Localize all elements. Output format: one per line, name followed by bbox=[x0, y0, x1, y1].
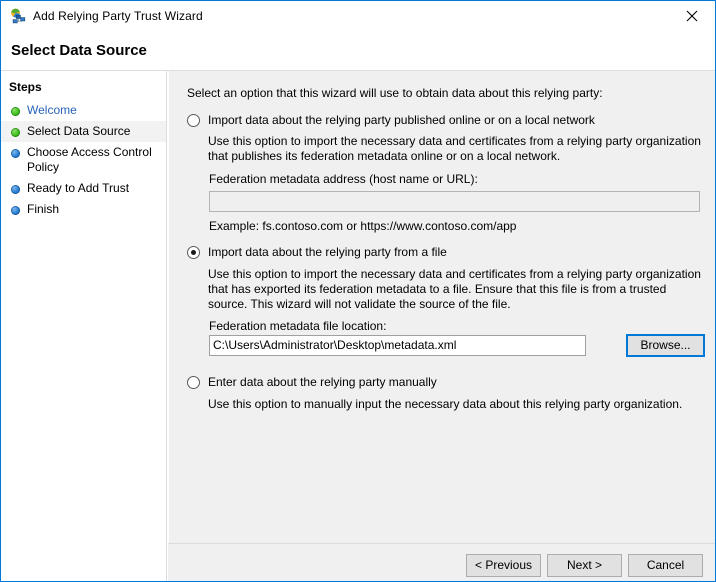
sidebar-step-choose-access-control-policy[interactable]: Choose Access Control Policy bbox=[1, 142, 166, 178]
option-file-description: Use this option to import the necessary … bbox=[208, 267, 704, 312]
sidebar-step-welcome[interactable]: Welcome bbox=[1, 100, 166, 121]
sidebar-step-ready-to-add-trust[interactable]: Ready to Add Trust bbox=[1, 178, 166, 199]
federation-metadata-file-input[interactable]: C:\Users\Administrator\Desktop\metadata.… bbox=[209, 335, 586, 356]
wizard-window: Add Relying Party Trust Wizard Select Da… bbox=[0, 0, 716, 582]
sidebar-step-finish[interactable]: Finish bbox=[1, 199, 166, 220]
step-label: Choose Access Control Policy bbox=[27, 145, 159, 175]
next-button[interactable]: Next > bbox=[547, 554, 622, 577]
footer-bar: < Previous Next > Cancel bbox=[168, 544, 715, 581]
steps-sidebar: Steps Welcome Select Data Source Choose … bbox=[1, 71, 167, 581]
step-bullet-todo-icon bbox=[11, 149, 20, 158]
federation-metadata-address-label: Federation metadata address (host name o… bbox=[209, 172, 478, 186]
browse-button[interactable]: Browse... bbox=[626, 334, 705, 357]
relying-party-trust-icon bbox=[10, 8, 26, 24]
window-title: Add Relying Party Trust Wizard bbox=[33, 9, 203, 23]
federation-metadata-address-example: Example: fs.contoso.com or https://www.c… bbox=[209, 219, 516, 233]
step-bullet-todo-icon bbox=[11, 206, 20, 215]
option-manual-description: Use this option to manually input the ne… bbox=[208, 397, 704, 412]
radio-button-checked-icon[interactable] bbox=[187, 246, 200, 259]
intro-text: Select an option that this wizard will u… bbox=[187, 86, 603, 100]
radio-button-unchecked-icon[interactable] bbox=[187, 114, 200, 127]
content-panel: Select an option that this wizard will u… bbox=[168, 71, 715, 543]
step-bullet-todo-icon bbox=[11, 185, 20, 194]
step-label: Finish bbox=[27, 202, 59, 217]
radio-option-import-file[interactable]: Import data about the relying party from… bbox=[187, 245, 447, 259]
radio-button-unchecked-icon[interactable] bbox=[187, 376, 200, 389]
radio-option-label: Import data about the relying party publ… bbox=[208, 113, 595, 127]
sidebar-step-select-data-source[interactable]: Select Data Source bbox=[1, 121, 166, 142]
radio-option-enter-manually[interactable]: Enter data about the relying party manua… bbox=[187, 375, 437, 389]
steps-list: Welcome Select Data Source Choose Access… bbox=[1, 100, 166, 220]
step-bullet-done-icon bbox=[11, 107, 20, 116]
step-label: Select Data Source bbox=[27, 124, 130, 139]
step-label: Welcome bbox=[27, 103, 77, 118]
page-header: Select Data Source bbox=[1, 31, 715, 71]
option-online-description: Use this option to import the necessary … bbox=[208, 134, 704, 164]
federation-metadata-address-input[interactable] bbox=[209, 191, 700, 212]
radio-option-label: Enter data about the relying party manua… bbox=[208, 375, 437, 389]
step-bullet-done-icon bbox=[11, 128, 20, 137]
page-title: Select Data Source bbox=[11, 42, 147, 59]
cancel-button[interactable]: Cancel bbox=[628, 554, 703, 577]
radio-option-label: Import data about the relying party from… bbox=[208, 245, 447, 259]
steps-heading: Steps bbox=[9, 80, 42, 94]
federation-metadata-file-label: Federation metadata file location: bbox=[209, 319, 386, 333]
title-bar: Add Relying Party Trust Wizard bbox=[1, 1, 715, 31]
step-label: Ready to Add Trust bbox=[27, 181, 129, 196]
radio-option-import-online[interactable]: Import data about the relying party publ… bbox=[187, 113, 595, 127]
close-button[interactable] bbox=[669, 1, 715, 31]
previous-button[interactable]: < Previous bbox=[466, 554, 541, 577]
